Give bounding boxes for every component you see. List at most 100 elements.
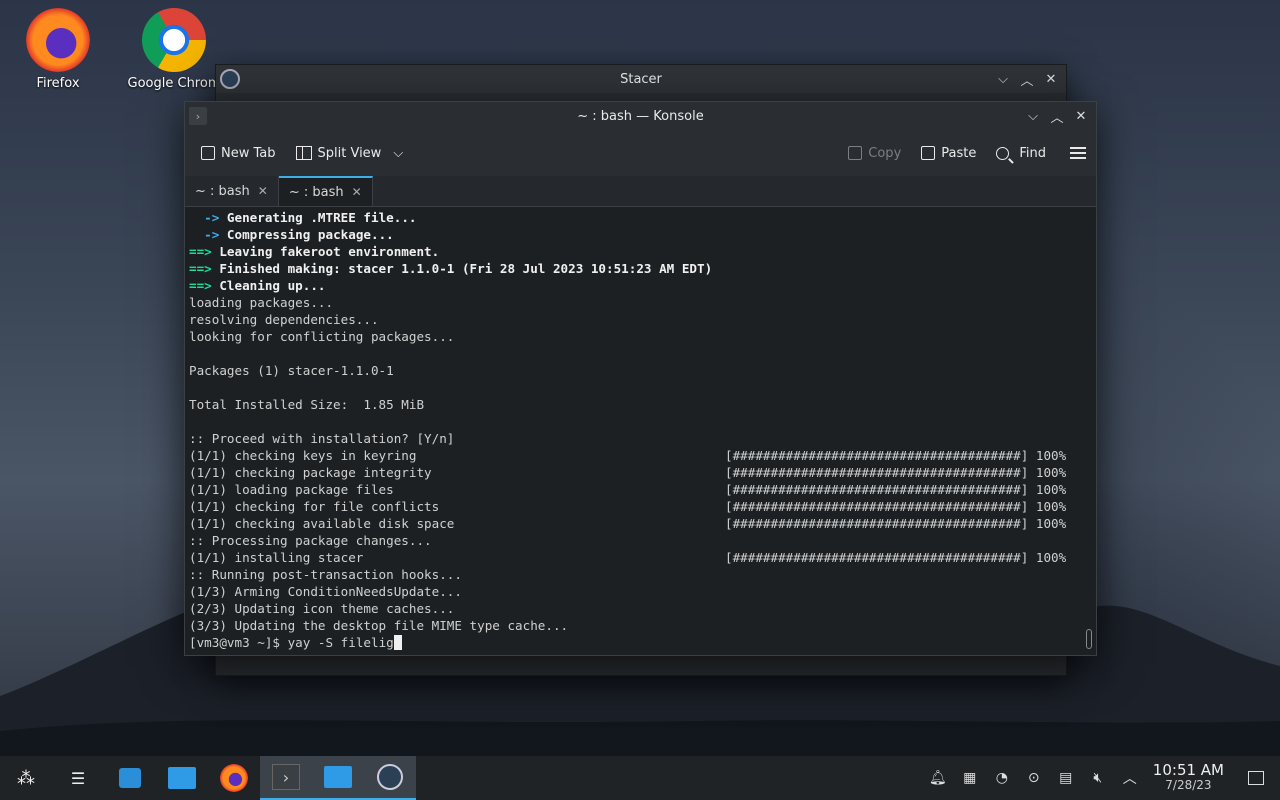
terminal-line: (1/1) checking available disk space [####… — [189, 515, 1080, 532]
paste-label: Paste — [941, 145, 977, 161]
terminal-output[interactable]: -> Generating .MTREE file... -> Compress… — [185, 207, 1084, 655]
dolphin-button[interactable] — [156, 756, 208, 800]
tab-bash-2[interactable]: ~ : bash ✕ — [278, 176, 373, 206]
paste-button[interactable]: Paste — [915, 142, 982, 165]
terminal-line: loading packages... — [189, 294, 1080, 311]
terminal-line: looking for conflicting packages... — [189, 328, 1080, 345]
copy-label: Copy — [868, 145, 902, 161]
line-prefix: -> — [189, 210, 220, 225]
command-input[interactable]: yay -S filelig — [288, 635, 394, 650]
taskbar: ⁂ ☰ › 🔔︎ ▦ ◔ ⊙ ▤ 🔇︎ ︿ 10:51 AM 7/28/23 — [0, 756, 1280, 800]
clock-date: 7/28/23 — [1165, 778, 1212, 792]
update-icon[interactable]: ⊙ — [1025, 769, 1043, 787]
close-tab-icon[interactable]: ✕ — [352, 185, 362, 199]
progress-bar-text: [######################################]… — [725, 516, 1067, 531]
close-tab-icon[interactable]: ✕ — [258, 184, 268, 198]
progress-bar-text: [######################################]… — [725, 482, 1067, 497]
task-manager-button[interactable]: ☰ — [52, 756, 104, 800]
tab-bash-1[interactable]: ~ : bash ✕ — [185, 176, 279, 206]
line-text: :: Proceed with installation? [Y/n] — [189, 431, 455, 446]
line-text: (1/1) checking for file conflicts — [189, 499, 440, 514]
terminal-line: Packages (1) stacer-1.1.0-1 — [189, 362, 1080, 379]
line-text: Generating .MTREE file... — [219, 210, 417, 225]
terminal-icon: › — [272, 764, 300, 790]
stacer-app-icon — [220, 69, 240, 89]
line-text: Compressing package... — [219, 227, 394, 242]
desktop-icon-firefox[interactable]: Firefox — [8, 8, 108, 91]
terminal-line: :: Proceed with installation? [Y/n] — [189, 430, 1080, 447]
line-text: (1/3) Arming ConditionNeedsUpdate... — [189, 584, 462, 599]
scrollbar[interactable] — [1086, 207, 1092, 655]
konsole-window[interactable]: › ~ : bash — Konsole ⌵ ︿ ✕ New Tab Split… — [184, 101, 1097, 656]
copy-button[interactable]: Copy — [842, 142, 907, 165]
system-tray: 🔔︎ ▦ ◔ ⊙ ▤ 🔇︎ ︿ 10:51 AM 7/28/23 — [929, 756, 1280, 800]
maximize-icon[interactable]: ︿ — [1048, 107, 1066, 126]
chevron-down-icon: ⌵ — [393, 145, 404, 161]
konsole-titlebar[interactable]: › ~ : bash — Konsole ⌵ ︿ ✕ — [185, 102, 1096, 130]
menu-icon[interactable] — [1070, 147, 1086, 159]
firefox-task-button[interactable] — [208, 756, 260, 800]
chevron-up-icon[interactable]: ︿ — [1121, 769, 1139, 787]
text-cursor — [393, 635, 402, 650]
minimize-icon[interactable]: ⌵ — [994, 70, 1012, 88]
launcher-icon: ⁂ — [17, 767, 35, 789]
line-text: Finished making: stacer 1.1.0-1 (Fri 28 … — [211, 261, 713, 276]
find-button[interactable]: Find — [990, 142, 1052, 165]
search-icon — [996, 146, 1010, 160]
line-prefix: -> — [189, 227, 220, 242]
konsole-toolbar: New Tab Split View ⌵ Copy Paste Find — [185, 130, 1096, 176]
tab-bar: ~ : bash ✕ ~ : bash ✕ — [185, 176, 1096, 207]
split-view-icon — [295, 146, 312, 160]
minimize-icon[interactable]: ⌵ — [1024, 107, 1042, 125]
konsole-task-button[interactable]: › — [260, 756, 312, 800]
line-text: (1/1) installing stacer — [189, 550, 364, 565]
line-text: (1/1) loading package files — [189, 482, 394, 497]
maximize-icon[interactable]: ︿ — [1018, 70, 1036, 89]
volume-muted-icon[interactable]: 🔇︎ — [1089, 769, 1107, 787]
terminal-line: (1/1) checking for file conflicts [######… — [189, 498, 1080, 515]
line-text: Packages (1) stacer-1.1.0-1 — [189, 363, 394, 378]
line-text: (1/1) checking keys in keyring — [189, 448, 417, 463]
stacer-tray-icon[interactable]: ◔ — [993, 769, 1011, 787]
split-view-button[interactable]: Split View ⌵ — [290, 142, 410, 165]
dolphin-task-button[interactable] — [312, 756, 364, 800]
tab-label: ~ : bash — [288, 184, 344, 200]
clock-time: 10:51 AM — [1152, 761, 1224, 779]
clipboard-icon[interactable]: ▤ — [1057, 769, 1075, 787]
firefox-icon — [220, 764, 248, 792]
folder-icon — [324, 766, 352, 788]
desktop-icon-chrome[interactable]: Google Chrom — [124, 8, 224, 91]
line-text: resolving dependencies... — [189, 312, 379, 327]
klipper-icon[interactable]: ▦ — [961, 769, 979, 787]
line-text: (1/1) checking available disk space — [189, 516, 455, 531]
firefox-icon — [26, 8, 90, 72]
line-text: Cleaning up... — [211, 278, 326, 293]
stacer-titlebar[interactable]: Stacer ⌵ ︿ ✕ — [216, 65, 1066, 93]
line-text: :: Processing package changes... — [189, 533, 432, 548]
terminal-line: resolving dependencies... — [189, 311, 1080, 328]
close-icon[interactable]: ✕ — [1042, 70, 1060, 88]
notifications-bell-icon[interactable]: 🔔︎ — [929, 769, 947, 787]
progress-bar-text: [######################################]… — [725, 448, 1067, 463]
terminal-line: (1/1) installing stacer [################… — [189, 549, 1080, 566]
window-title: Stacer — [620, 71, 662, 87]
terminal-line: (1/1) loading package files [############… — [189, 481, 1080, 498]
clock[interactable]: 10:51 AM 7/28/23 — [1153, 763, 1224, 793]
close-icon[interactable]: ✕ — [1072, 107, 1090, 125]
stacer-task-button[interactable] — [364, 756, 416, 800]
terminal-line: (1/1) checking keys in keyring [#########… — [189, 447, 1080, 464]
prompt-line[interactable]: [vm3@vm3 ~]$ yay -S filelig — [189, 634, 1080, 651]
new-tab-button[interactable]: New Tab — [195, 142, 282, 165]
line-prefix: ==> — [189, 261, 212, 276]
app-launcher-button[interactable]: ⁂ — [0, 756, 52, 800]
terminal-line: :: Processing package changes... — [189, 532, 1080, 549]
discover-button[interactable] — [104, 756, 156, 800]
scrollbar-thumb[interactable] — [1086, 629, 1092, 649]
copy-icon — [848, 146, 863, 160]
tab-label: ~ : bash — [195, 183, 250, 199]
show-desktop-icon[interactable] — [1248, 771, 1264, 785]
line-text: (1/1) checking package integrity — [189, 465, 432, 480]
